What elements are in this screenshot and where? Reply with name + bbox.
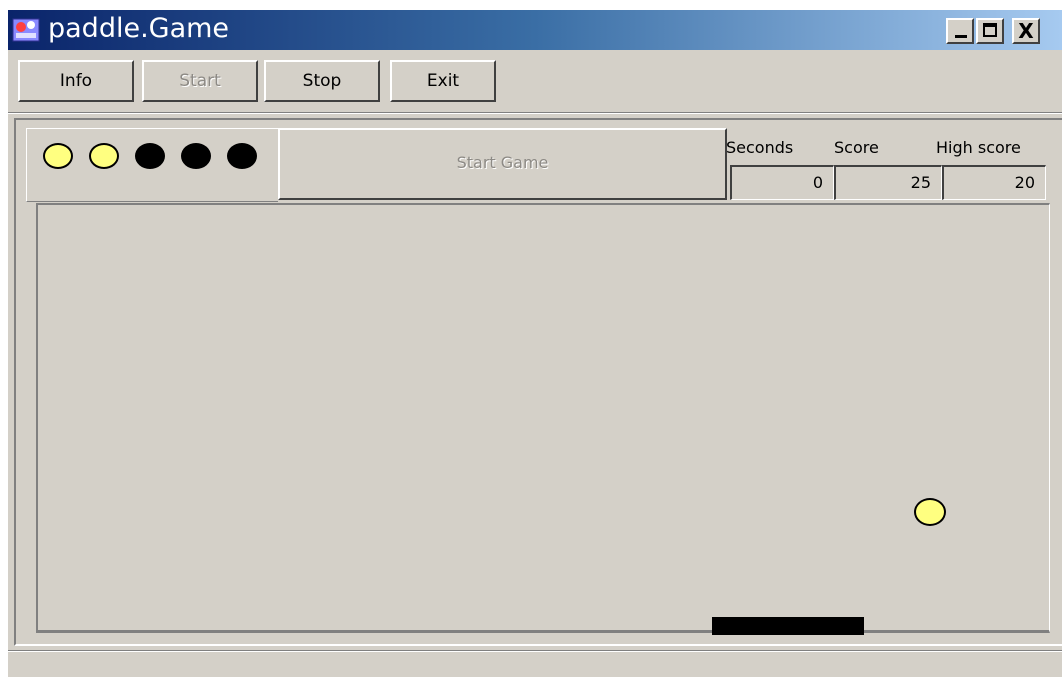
game-window: paddle.Game X Info Start Stop Exit Start… — [8, 10, 1062, 677]
seconds-field: 0 — [730, 165, 834, 200]
minimize-icon — [955, 35, 967, 38]
exit-button[interactable]: Exit — [390, 60, 496, 102]
life-ball-spent — [135, 143, 165, 169]
playfield[interactable] — [36, 203, 1050, 635]
info-button[interactable]: Info — [18, 60, 134, 102]
app-icon — [12, 18, 40, 42]
start-game-button[interactable]: Start Game — [278, 128, 727, 200]
high-score-label: High score — [936, 138, 1021, 157]
stop-button[interactable]: Stop — [264, 60, 380, 102]
close-icon: X — [1018, 19, 1034, 43]
toolbar-divider — [8, 112, 1062, 114]
minimize-button[interactable] — [946, 18, 974, 44]
maximize-icon — [983, 23, 997, 37]
score-field: 25 — [834, 165, 942, 200]
title-bar[interactable]: paddle.Game X — [8, 10, 1062, 50]
life-ball-spent — [181, 143, 211, 169]
lives-indicator — [26, 128, 278, 202]
score-label: Score — [834, 138, 879, 157]
window-title: paddle.Game — [48, 13, 230, 44]
paddle[interactable] — [712, 617, 864, 635]
game-ball — [914, 498, 946, 526]
seconds-label: Seconds — [726, 138, 794, 157]
start-button[interactable]: Start — [142, 60, 258, 102]
life-ball-spent — [227, 143, 257, 169]
close-button[interactable]: X — [1012, 18, 1040, 44]
life-ball-remaining — [43, 143, 73, 169]
maximize-button[interactable] — [976, 18, 1004, 44]
status-divider — [8, 650, 1062, 652]
life-ball-remaining — [89, 143, 119, 169]
high-score-field: 20 — [942, 165, 1046, 200]
